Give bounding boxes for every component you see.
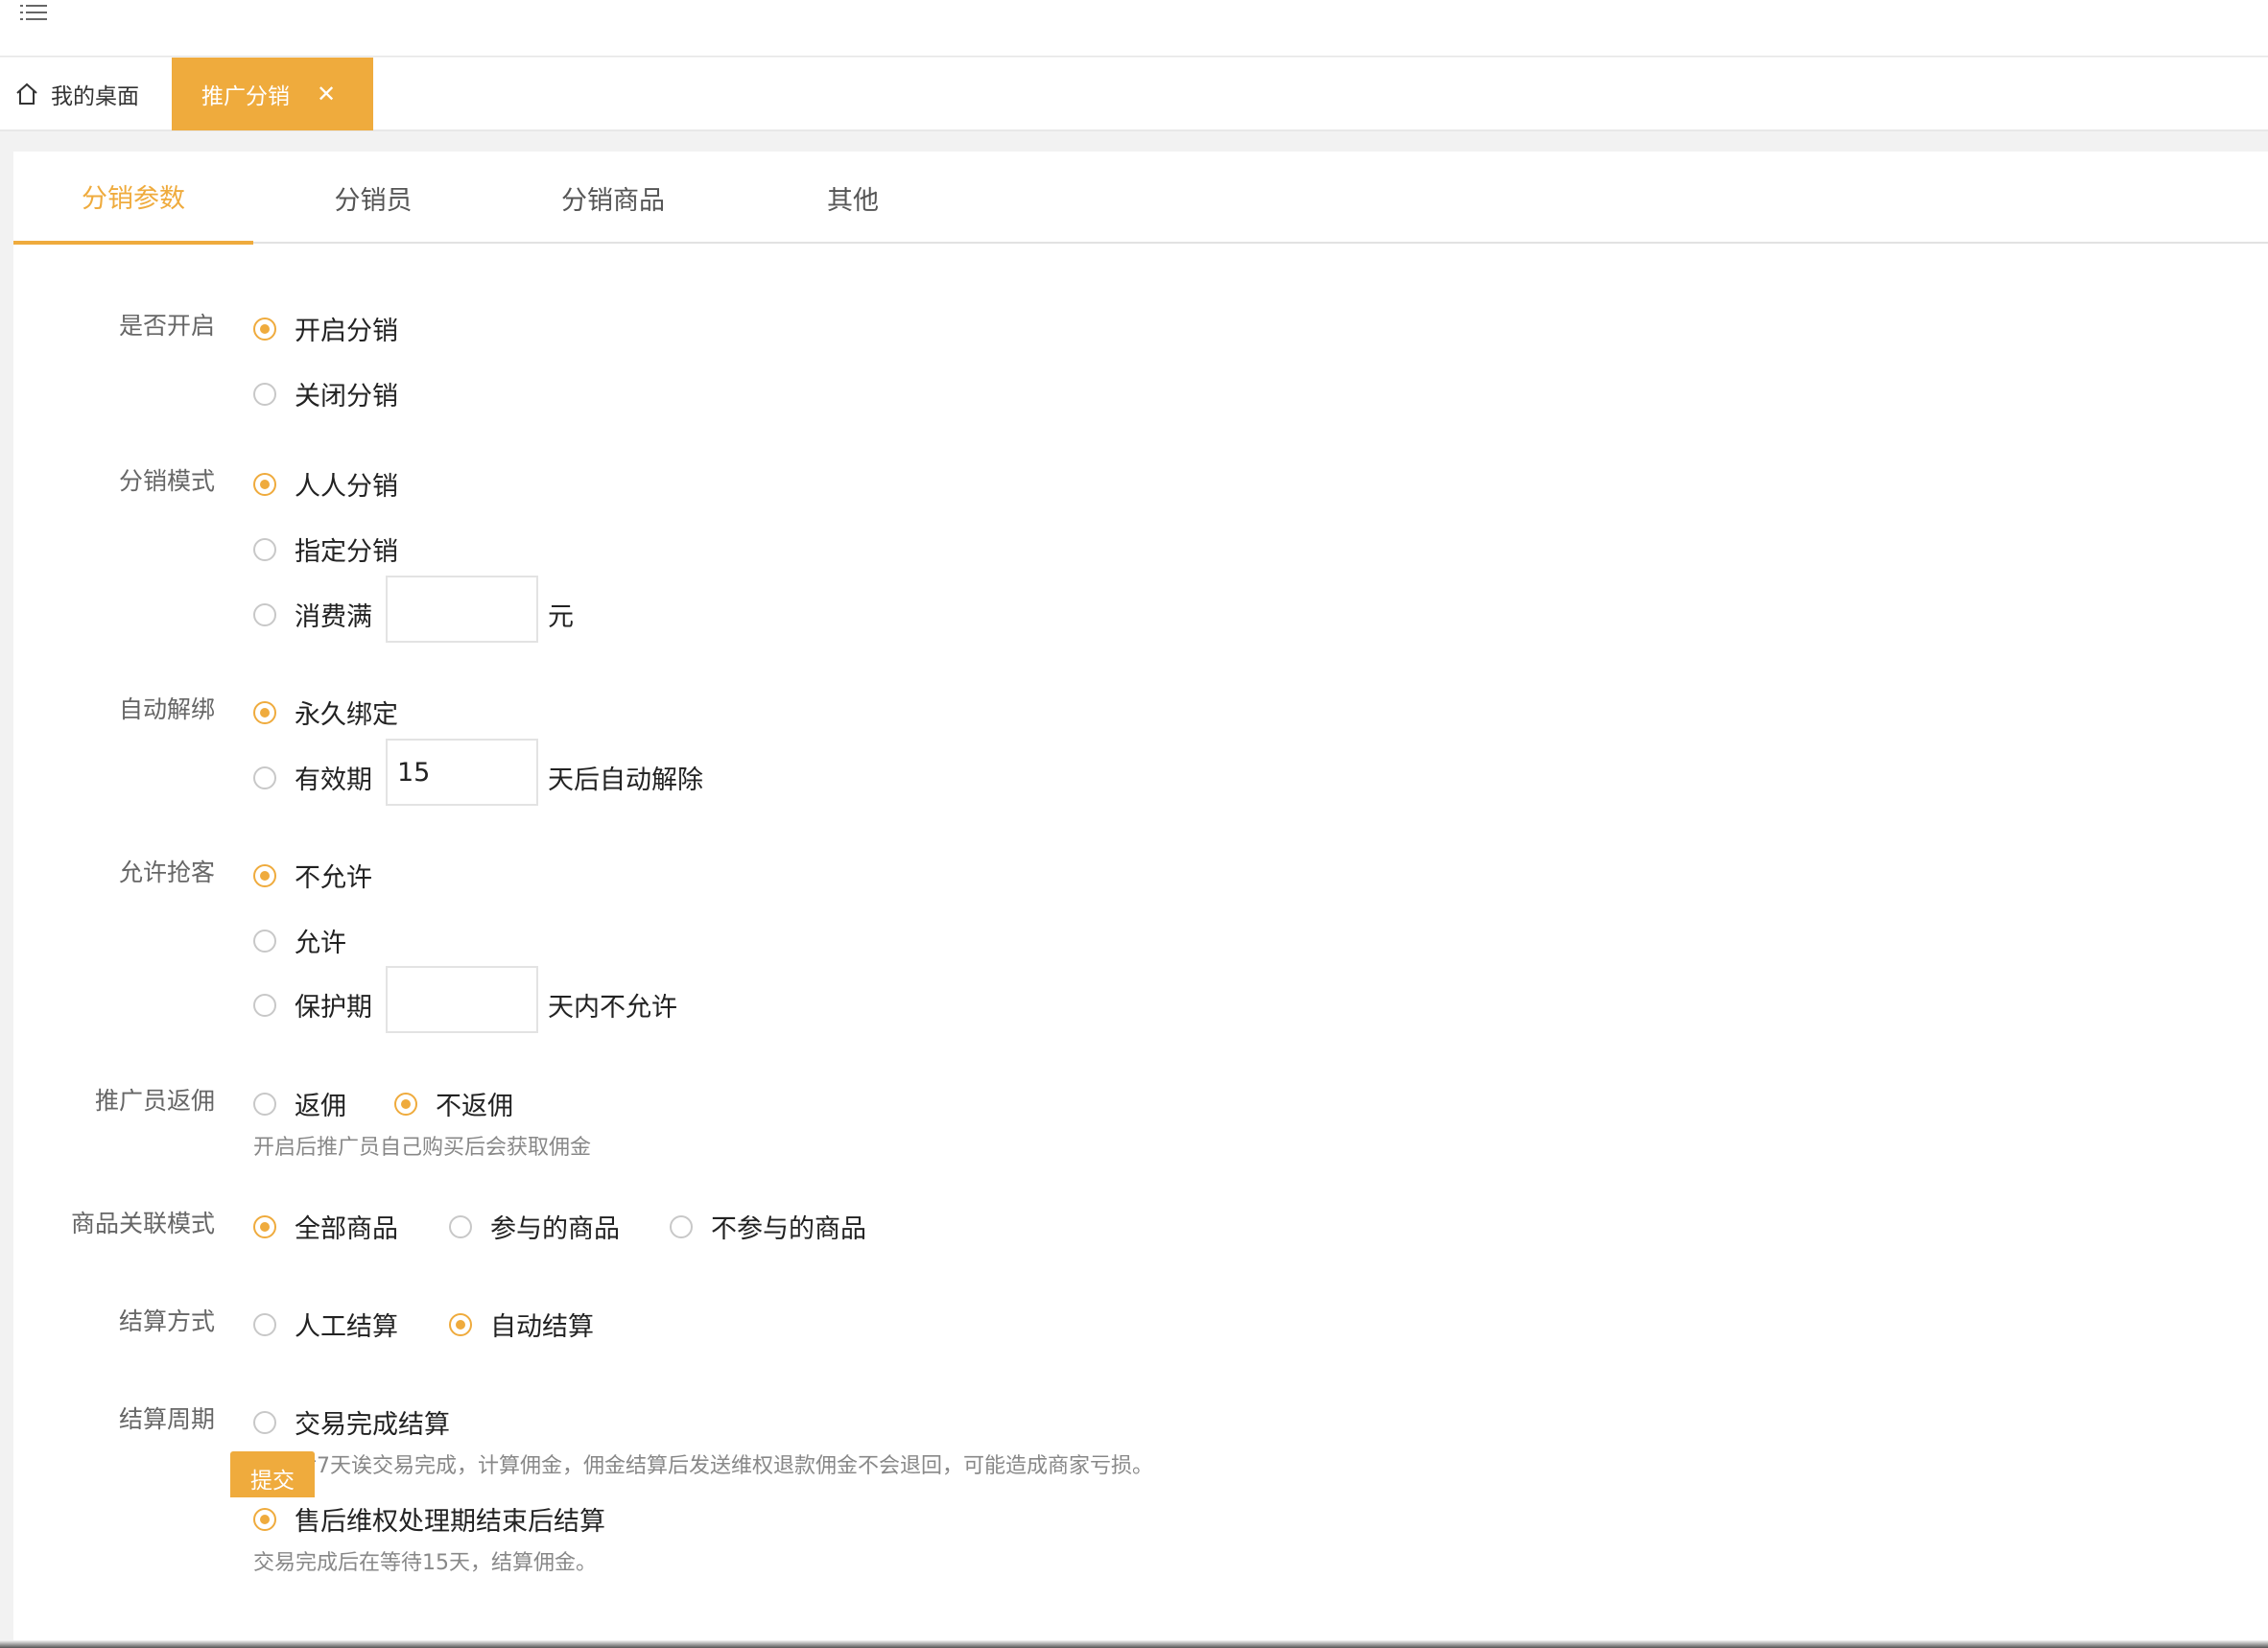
- radio-option-label: 有效期: [295, 765, 372, 795]
- subtab-distributors[interactable]: 分销员: [253, 152, 493, 244]
- tab-promotion-label: 推广分销: [201, 84, 290, 109]
- radio-grab-allow[interactable]: 允许: [253, 922, 346, 959]
- mode-label: 分销模式: [118, 467, 215, 495]
- radio-option-label: 不返佣: [436, 1092, 513, 1121]
- radio-mode-designated[interactable]: 指定分销: [253, 530, 398, 568]
- goods-mode-label: 商品关联模式: [70, 1210, 215, 1237]
- radio-circle[interactable]: [253, 1410, 276, 1434]
- radio-circle[interactable]: [253, 1214, 276, 1238]
- valid-days-suffix: 天后自动解除: [548, 765, 703, 795]
- radio-goods-included[interactable]: 参与的商品: [449, 1208, 620, 1245]
- radio-cycle-trade-complete[interactable]: 交易完成结算: [253, 1403, 450, 1441]
- valid-days-input[interactable]: [386, 739, 538, 806]
- home-icon: [16, 82, 37, 105]
- radio-option-label: 保护期: [295, 993, 372, 1023]
- settle-method-label: 结算方式: [118, 1307, 215, 1335]
- subtab-distribution-goods[interactable]: 分销商品: [493, 152, 733, 244]
- radio-circle[interactable]: [253, 993, 276, 1017]
- radio-goods-excluded[interactable]: 不参与的商品: [670, 1208, 866, 1245]
- radio-mode-everyone[interactable]: 人人分销: [253, 465, 398, 503]
- radio-option-label: 指定分销: [295, 537, 398, 567]
- radio-circle[interactable]: [449, 1312, 472, 1336]
- rebate-label: 推广员返佣: [94, 1087, 215, 1115]
- radio-enable-off[interactable]: 关闭分销: [253, 375, 398, 412]
- grab-label: 允许抢客: [118, 859, 215, 886]
- radio-option-label: 允许: [295, 929, 346, 958]
- radio-rebate-no[interactable]: 不返佣: [394, 1085, 513, 1122]
- radio-cycle-after-sales[interactable]: 售后维权处理期结束后结算: [253, 1500, 605, 1538]
- enable-label: 是否开启: [118, 312, 215, 340]
- radio-rebate-yes[interactable]: 返佣: [253, 1085, 346, 1122]
- subtab-other[interactable]: 其他: [733, 152, 973, 244]
- radio-circle[interactable]: [253, 602, 276, 626]
- main-panel: 分销参数 分销员 分销商品 其他 是否开启 开启分销 关闭分销 分销模式 人人分…: [13, 152, 2268, 1648]
- cycle-hint-after-sales: 交易完成后在等待15天，结算佣金。: [253, 1551, 597, 1575]
- subtab-distribution-params[interactable]: 分销参数: [13, 152, 253, 245]
- radio-circle[interactable]: [253, 1092, 276, 1116]
- radio-grab-disallow[interactable]: 不允许: [253, 857, 372, 894]
- close-icon[interactable]: ✕: [317, 82, 336, 106]
- bottom-shadow: [0, 1640, 2268, 1648]
- radio-option-label: 参与的商品: [490, 1214, 620, 1244]
- radio-option-label: 关闭分销: [295, 382, 398, 412]
- radio-option-label: 开启分销: [295, 317, 398, 346]
- radio-option-label: 消费满: [295, 602, 372, 632]
- radio-circle[interactable]: [253, 929, 276, 953]
- radio-circle[interactable]: [253, 382, 276, 406]
- radio-unbind-permanent[interactable]: 永久绑定: [253, 694, 398, 731]
- tab-my-desktop[interactable]: 我的桌面: [0, 58, 171, 130]
- unbind-label: 自动解绑: [118, 695, 215, 723]
- radio-circle[interactable]: [253, 472, 276, 496]
- spend-amount-input[interactable]: [386, 576, 538, 643]
- radio-option-label: 不参与的商品: [711, 1214, 866, 1244]
- tab-my-desktop-label: 我的桌面: [51, 84, 139, 109]
- protect-days-suffix: 天内不允许: [548, 993, 677, 1023]
- radio-settle-auto[interactable]: 自动结算: [449, 1306, 594, 1343]
- radio-mode-spend[interactable]: 消费满: [253, 596, 372, 633]
- radio-circle[interactable]: [253, 1507, 276, 1531]
- page-tab-bar: 我的桌面 推广分销 ✕: [0, 58, 2268, 131]
- radio-option-label: 不允许: [295, 863, 372, 893]
- radio-circle[interactable]: [670, 1214, 693, 1238]
- radio-option-label: 售后维权处理期结束后结算: [295, 1507, 605, 1537]
- radio-circle[interactable]: [253, 700, 276, 724]
- cycle-hint-trade-complete: 发货后7天诶交易完成，计算佣金，佣金结算后发送维权退款佣金不会退回，可能造成商家…: [253, 1454, 1154, 1478]
- radio-option-label: 全部商品: [295, 1214, 398, 1244]
- radio-option-label: 人工结算: [295, 1312, 398, 1342]
- radio-option-label: 返佣: [295, 1092, 346, 1121]
- menu-list-icon[interactable]: [20, 3, 49, 26]
- settle-cycle-label: 结算周期: [118, 1405, 215, 1433]
- sub-tab-bar: 分销参数 分销员 分销商品 其他: [13, 152, 2268, 245]
- rebate-hint: 开启后推广员自己购买后会获取佣金: [253, 1136, 592, 1160]
- radio-circle[interactable]: [253, 1312, 276, 1336]
- radio-goods-all[interactable]: 全部商品: [253, 1208, 398, 1245]
- radio-unbind-valid-period[interactable]: 有效期: [253, 759, 372, 796]
- radio-circle[interactable]: [253, 863, 276, 887]
- protect-days-input[interactable]: [386, 966, 538, 1033]
- spend-unit: 元: [548, 602, 574, 632]
- radio-grab-protect[interactable]: 保护期: [253, 986, 372, 1024]
- top-bar: [0, 0, 2268, 57]
- radio-option-label: 交易完成结算: [295, 1410, 450, 1440]
- radio-circle[interactable]: [253, 317, 276, 341]
- submit-button[interactable]: 提交: [230, 1451, 315, 1497]
- radio-enable-on[interactable]: 开启分销: [253, 310, 398, 347]
- radio-circle[interactable]: [253, 537, 276, 561]
- radio-option-label: 人人分销: [295, 472, 398, 502]
- radio-option-label: 自动结算: [490, 1312, 594, 1342]
- radio-circle[interactable]: [449, 1214, 472, 1238]
- radio-circle[interactable]: [253, 765, 276, 789]
- radio-circle[interactable]: [394, 1092, 417, 1116]
- radio-option-label: 永久绑定: [295, 700, 398, 730]
- radio-settle-manual[interactable]: 人工结算: [253, 1306, 398, 1343]
- tab-promotion-distribution[interactable]: 推广分销 ✕: [172, 58, 373, 130]
